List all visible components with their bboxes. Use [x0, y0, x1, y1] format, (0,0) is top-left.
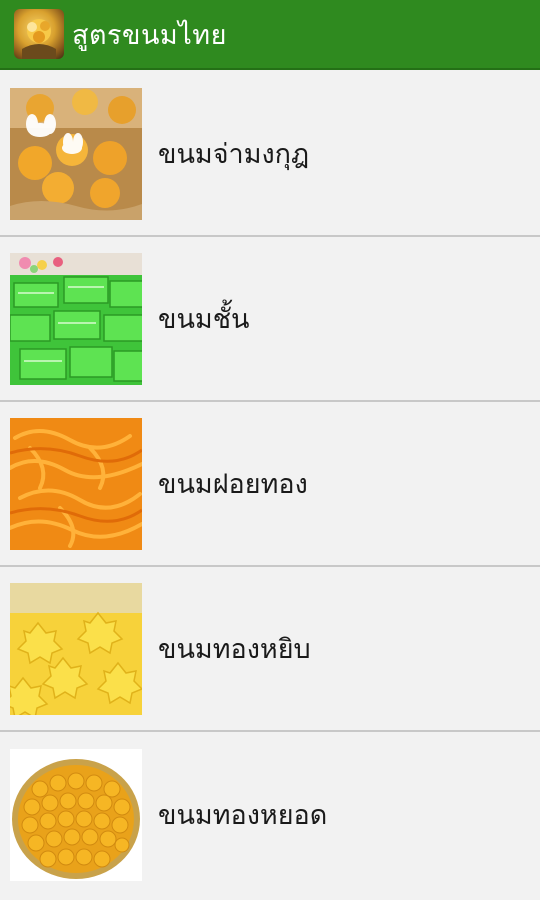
- list-item-label: ขนมทองหยอด: [158, 800, 328, 831]
- green-layer-cake-image: [10, 252, 142, 385]
- list-item-label: ขนมชั้น: [158, 304, 250, 335]
- golden-flower-dessert-image: [10, 87, 142, 220]
- list-item-label: ขนมฝอยทอง: [158, 469, 308, 500]
- list-item[interactable]: ขนมทองหยอด: [0, 732, 540, 897]
- list-item[interactable]: ขนมชั้น: [0, 237, 540, 402]
- list-item[interactable]: ขนมทองหยิบ: [0, 567, 540, 732]
- pinched-gold-image: [10, 582, 142, 715]
- list-item[interactable]: ขนมจ่ามงกุฎ: [0, 72, 540, 237]
- app-logo-icon: [14, 9, 64, 59]
- list-item-label: ขนมทองหยิบ: [158, 634, 311, 665]
- golden-threads-image: [10, 417, 142, 550]
- app-title: สูตรขนมไทย: [72, 19, 227, 51]
- list-item[interactable]: ขนมฝอยทอง: [0, 402, 540, 567]
- app-bar: สูตรขนมไทย: [0, 0, 540, 70]
- list-item-label: ขนมจ่ามงกุฎ: [158, 139, 310, 170]
- recipe-list: ขนมจ่ามงกุฎ ขนมชั้น ขนมฝอยทอง ขนมทองหยิบ…: [0, 72, 540, 897]
- gold-drops-image: [10, 748, 142, 881]
